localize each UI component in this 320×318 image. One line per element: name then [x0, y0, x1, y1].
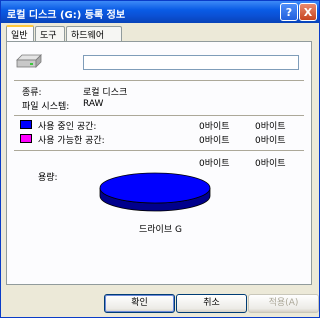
used-space-bytes: 0바이트	[199, 122, 230, 132]
capacity-bytes: 0바이트	[199, 159, 230, 169]
close-icon[interactable]: X	[299, 3, 317, 21]
free-space-bytes: 0바이트	[199, 136, 230, 146]
help-icon[interactable]: ?	[280, 3, 298, 21]
divider-middle	[14, 115, 304, 116]
filesystem-value: RAW	[83, 99, 104, 109]
disk-usage-pie-chart	[99, 172, 211, 212]
used-space-color-icon	[20, 120, 32, 129]
hard-drive-icon	[16, 54, 42, 68]
free-space-size: 0바이트	[255, 136, 286, 146]
capacity-label: 용량:	[38, 173, 58, 183]
type-value: 로컬 디스크	[83, 88, 128, 98]
pie-top-used	[99, 172, 211, 204]
title-bar[interactable]: 로컬 디스크 (G:) 등록 정보 ? X	[1, 1, 319, 23]
capacity-size: 0바이트	[255, 159, 286, 169]
volume-name-input[interactable]	[83, 55, 299, 70]
free-space-label: 사용 가능한 공간:	[38, 136, 105, 146]
drive-label: 드라이브 G	[139, 225, 182, 235]
ok-button[interactable]: 확인	[104, 294, 175, 313]
tab-hardware[interactable]: 하드웨어	[66, 26, 122, 41]
used-space-label: 사용 중인 공간:	[38, 122, 97, 132]
free-space-color-icon	[20, 134, 32, 143]
window-title: 로컬 디스크 (G:) 등록 정보	[7, 10, 126, 21]
tab-tools[interactable]: 도구	[35, 26, 65, 41]
filesystem-label: 파일 시스템:	[22, 102, 70, 112]
divider-bottom	[14, 150, 304, 151]
apply-button[interactable]: 적용(A)	[248, 294, 319, 313]
cancel-button[interactable]: 취소	[176, 294, 247, 313]
used-space-size: 0바이트	[255, 122, 286, 132]
tab-general[interactable]: 일반	[6, 25, 34, 42]
type-label: 종류:	[22, 88, 42, 98]
divider-top	[14, 80, 304, 81]
